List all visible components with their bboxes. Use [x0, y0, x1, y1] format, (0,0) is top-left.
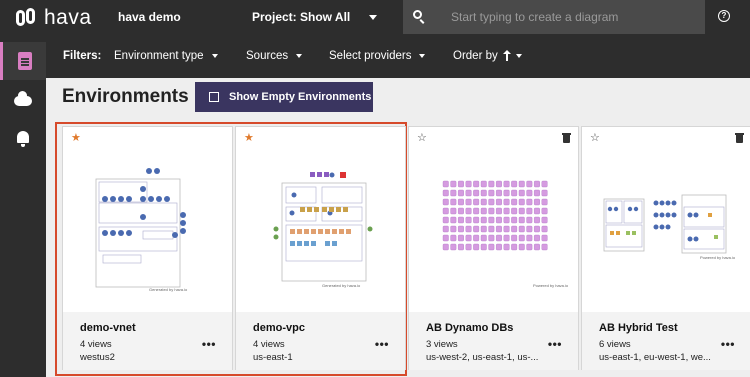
sidebar-item-environments[interactable] [0, 42, 46, 80]
card-meta: demo-vnet 4 views westus2 ••• [63, 312, 232, 370]
order-by-label: Order by [453, 50, 498, 62]
hava-logo-icon [16, 7, 40, 29]
more-options-icon[interactable]: ••• [721, 337, 735, 351]
filters-label: Filters: [63, 50, 102, 62]
diagram-thumbnail[interactable]: ☆ Powered by hava.io [582, 127, 750, 312]
providers-filter[interactable]: Select providers [329, 50, 426, 62]
diagram-thumbnail[interactable]: ☆ Powered by hava.io [409, 127, 578, 312]
environment-card[interactable]: ★ Generated by hava.io demo-vpc 4 views … [235, 126, 406, 370]
more-options-icon[interactable]: ••• [548, 337, 562, 351]
environment-card[interactable]: ☆ Powered by hava.io AB Dynamo DBs 3 vie… [408, 126, 579, 370]
diagram-preview: Generated by hava.io [273, 172, 373, 288]
views-count: 4 views [80, 339, 112, 350]
star-outline-icon[interactable]: ☆ [417, 133, 427, 144]
views-count: 6 views [599, 339, 631, 350]
sidebar-item-sources[interactable] [0, 80, 46, 118]
diagram-thumbnail[interactable]: ★ Generated by hava.io [236, 127, 405, 312]
diagram-thumbnail[interactable]: ★ Generated by hava.io [63, 127, 232, 312]
checkbox-icon [209, 92, 219, 102]
card-meta: AB Dynamo DBs 3 views us-west-2, us-east… [409, 312, 578, 370]
chevron-down-icon [515, 53, 522, 58]
star-icon[interactable]: ★ [244, 133, 254, 144]
environment-name[interactable]: demo-vnet [80, 322, 136, 334]
search-input[interactable] [451, 8, 691, 26]
workspace-name[interactable]: hava demo [118, 10, 181, 24]
region-list: us-west-2, us-east-1, us-... [426, 352, 539, 363]
svg-text:Powered by hava.io: Powered by hava.io [700, 255, 736, 260]
star-icon[interactable]: ★ [71, 133, 81, 144]
search-icon [413, 10, 422, 19]
chevron-down-icon [419, 53, 426, 58]
region-list: us-east-1 [253, 352, 293, 363]
bell-icon [17, 131, 29, 147]
diagram-preview: Powered by hava.io [603, 194, 736, 260]
chevron-down-icon [296, 53, 303, 58]
trash-icon[interactable] [562, 133, 571, 143]
environment-type-filter[interactable]: Environment type [114, 50, 218, 62]
sort-ascending-icon [502, 49, 511, 61]
sources-label: Sources [246, 50, 289, 62]
order-by-filter[interactable]: Order by [453, 49, 522, 62]
svg-text:Powered by hava.io: Powered by hava.io [533, 283, 569, 288]
sidebar [0, 36, 46, 377]
environment-name[interactable]: AB Hybrid Test [599, 322, 678, 334]
card-meta: AB Hybrid Test 6 views us-east-1, eu-wes… [582, 312, 750, 370]
diagram-preview: Generated by hava.io [95, 168, 188, 292]
document-icon [17, 52, 32, 70]
views-count: 3 views [426, 339, 458, 350]
region-list: us-east-1, eu-west-1, we... [599, 352, 711, 363]
diagram-preview: Powered by hava.io [442, 180, 569, 288]
trash-icon[interactable] [735, 133, 744, 143]
more-options-icon[interactable]: ••• [202, 337, 216, 351]
project-selector[interactable]: Project: Show All [252, 10, 350, 24]
environment-name[interactable]: demo-vpc [253, 322, 305, 334]
svg-text:Generated by hava.io: Generated by hava.io [149, 287, 188, 292]
environment-card[interactable]: ☆ Powered by hava.io AB Hybrid Test 6 vi… [581, 126, 750, 370]
show-empty-environments-button[interactable]: Show Empty Environments [195, 82, 373, 112]
views-count: 4 views [253, 339, 285, 350]
providers-label: Select providers [329, 50, 412, 62]
hava-logo[interactable]: hava [16, 6, 92, 30]
star-outline-icon[interactable]: ☆ [590, 133, 600, 144]
chevron-down-icon[interactable] [369, 15, 377, 20]
page-title: Environments [62, 86, 189, 107]
environment-name[interactable]: AB Dynamo DBs [426, 322, 513, 334]
cloud-icon [14, 91, 32, 106]
top-bar: hava hava demo Project: Show All ? [0, 0, 750, 36]
search-bar [403, 0, 705, 34]
sidebar-item-alerts[interactable] [0, 118, 46, 156]
svg-text:Generated by hava.io: Generated by hava.io [322, 283, 361, 288]
environment-card[interactable]: ★ Generated by hava.io demo-vnet 4 views… [62, 126, 233, 370]
card-meta: demo-vpc 4 views us-east-1 ••• [236, 312, 405, 370]
chevron-down-icon [211, 53, 218, 58]
more-options-icon[interactable]: ••• [375, 337, 389, 351]
logo-text: hava [44, 6, 92, 29]
show-empty-label: Show Empty Environments [229, 91, 372, 103]
help-icon[interactable]: ? [718, 10, 730, 22]
sources-filter[interactable]: Sources [246, 50, 303, 62]
filter-bar: Filters: Environment type Sources Select… [46, 36, 750, 78]
environment-type-label: Environment type [114, 50, 204, 62]
region-list: westus2 [80, 352, 115, 363]
